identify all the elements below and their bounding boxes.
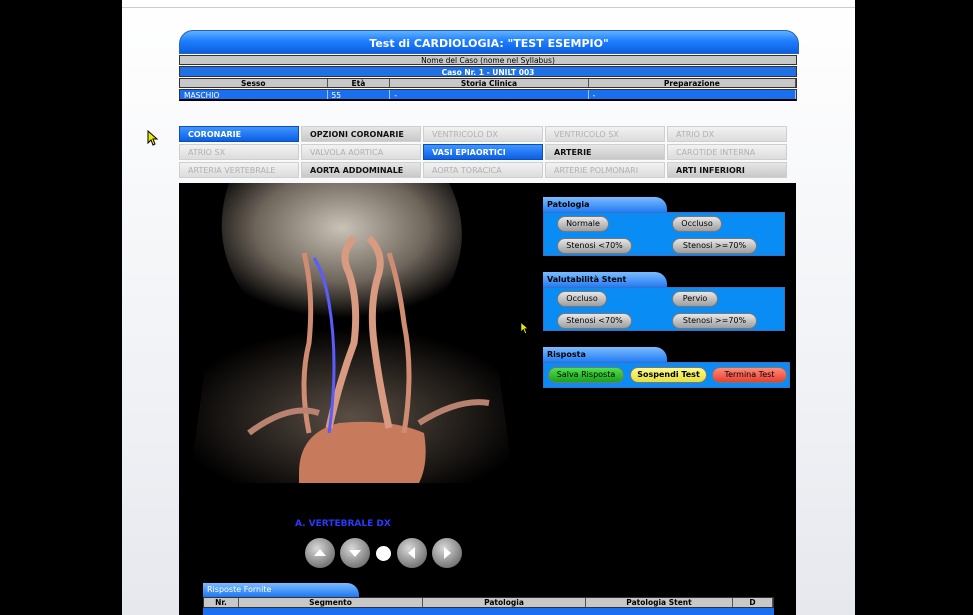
column-header-delete: D bbox=[733, 598, 773, 607]
tab-ventricolo-sx[interactable]: VENTRICOLO SX bbox=[545, 126, 665, 142]
mouse-cursor-icon bbox=[520, 321, 530, 335]
tab-coronarie[interactable]: CORONARIE bbox=[179, 126, 299, 142]
stent-panel: Occluso Pervio Stenosi <70% Stenosi >=70… bbox=[543, 287, 785, 331]
arrow-down-icon bbox=[349, 550, 361, 557]
option-occluso-button[interactable]: Occluso bbox=[672, 216, 722, 232]
stent-panel-title: Valutabilità Stent bbox=[543, 272, 667, 288]
tab-valvola-aortica[interactable]: VALVOLA AORTICA bbox=[301, 144, 421, 160]
suspend-test-button[interactable]: Sospendi Test bbox=[630, 367, 707, 383]
answers-table-header: Nr. Segmento Patologia Patologia Stent D bbox=[203, 597, 774, 608]
tab-arti-inferiori[interactable]: ARTI INFERIORI bbox=[667, 162, 787, 178]
column-header-sex: Sesso bbox=[180, 79, 328, 88]
tab-atrio-sx[interactable]: ATRIO SX bbox=[179, 144, 299, 160]
arrow-left-button[interactable] bbox=[397, 538, 427, 568]
arrow-left-icon bbox=[408, 547, 415, 559]
column-header-segment: Segmento bbox=[239, 598, 423, 607]
arrow-up-button[interactable] bbox=[305, 538, 335, 568]
column-header-history: Storia Clinica bbox=[390, 79, 589, 88]
tab-carotide-interna[interactable]: CAROTIDE INTERNA bbox=[667, 144, 787, 160]
tab-atrio-dx[interactable]: ATRIO DX bbox=[667, 126, 787, 142]
column-header-nr: Nr. bbox=[204, 598, 239, 607]
end-test-button[interactable]: Termina Test bbox=[712, 367, 787, 383]
case-info-header: Sesso Età Storia Clinica Preparazione bbox=[179, 78, 797, 88]
cell-preparation: - bbox=[589, 90, 796, 100]
tab-arterie-intracraniche[interactable]: ARTERIE INTRACRANICHE bbox=[545, 144, 665, 173]
risposta-panel: Salva Risposta Sospendi Test Termina Tes… bbox=[543, 362, 790, 388]
option-stenosi-gte70-button[interactable]: Stenosi >=70% bbox=[672, 238, 757, 254]
stent-stenosi-lt70-button[interactable]: Stenosi <70% bbox=[557, 313, 632, 329]
divider bbox=[122, 7, 855, 8]
tab-ventricolo-dx[interactable]: VENTRICOLO DX bbox=[423, 126, 543, 142]
ct-angiography-image[interactable] bbox=[189, 183, 514, 483]
mouse-cursor-icon bbox=[147, 130, 159, 146]
arrow-right-button[interactable] bbox=[432, 538, 462, 568]
option-normale-button[interactable]: Normale bbox=[557, 216, 609, 232]
cell-age: 55 bbox=[328, 90, 391, 100]
image-viewer: A. VERTEBRALE DX Patologia Normale Occlu… bbox=[179, 183, 796, 615]
risposta-panel-title: Risposta bbox=[543, 347, 667, 363]
tab-arteria-vertebrale[interactable]: ARTERIA VERTEBRALE bbox=[179, 162, 299, 178]
table-row[interactable] bbox=[203, 608, 774, 615]
vessel-label: A. VERTEBRALE DX bbox=[295, 519, 391, 529]
arrow-up-icon bbox=[314, 549, 326, 556]
option-stenosi-lt70-button[interactable]: Stenosi <70% bbox=[557, 238, 632, 254]
case-number-label: Caso Nr. 1 - UNILT 003 bbox=[179, 66, 797, 77]
tab-vasi-epiaortici[interactable]: VASI EPIAORTICI bbox=[423, 144, 543, 160]
arrow-down-button[interactable] bbox=[340, 538, 370, 568]
save-answer-button[interactable]: Salva Risposta bbox=[548, 367, 624, 383]
patologia-panel-title: Patologia bbox=[543, 197, 667, 213]
image-navigation bbox=[305, 538, 462, 568]
column-header-preparation: Preparazione bbox=[589, 79, 796, 88]
case-info-row: MASCHIO 55 - - bbox=[179, 89, 797, 101]
tab-aorta-toracica[interactable]: AORTA TORACICA bbox=[423, 162, 543, 178]
test-title-banner: Test di CARDIOLOGIA: "TEST ESEMPIO" bbox=[179, 30, 799, 54]
patologia-panel: Normale Occluso Stenosi <70% Stenosi >=7… bbox=[543, 212, 785, 256]
stent-pervio-button[interactable]: Pervio bbox=[672, 291, 718, 307]
page-container: Test di CARDIOLOGIA: "TEST ESEMPIO" Nome… bbox=[122, 0, 855, 615]
cell-sex: MASCHIO bbox=[180, 90, 328, 100]
tab-arterie-polmonari[interactable]: ARTERIE POLMONARI bbox=[545, 162, 665, 178]
stent-stenosi-gte70-button[interactable]: Stenosi >=70% bbox=[672, 313, 757, 329]
column-header-pathology: Patologia bbox=[423, 598, 586, 607]
tab-opzioni-coronarie[interactable]: OPZIONI CORONARIE bbox=[301, 126, 421, 142]
column-header-stent-pathology: Patologia Stent bbox=[586, 598, 733, 607]
arrow-right-icon bbox=[444, 547, 451, 559]
stent-occluso-button[interactable]: Occluso bbox=[557, 291, 607, 307]
case-name-label: Nome del Caso (nome nel Syllabus) bbox=[179, 55, 797, 65]
answers-title: Risposte Fornite bbox=[203, 583, 359, 597]
cell-history: - bbox=[390, 90, 589, 100]
tab-aorta-addominale[interactable]: AORTA ADDOMINALE bbox=[301, 162, 421, 178]
reset-view-dot[interactable] bbox=[376, 545, 391, 561]
column-header-age: Età bbox=[328, 79, 391, 88]
segment-tabs: CORONARIE OPZIONI CORONARIE VENTRICOLO D… bbox=[179, 126, 789, 178]
